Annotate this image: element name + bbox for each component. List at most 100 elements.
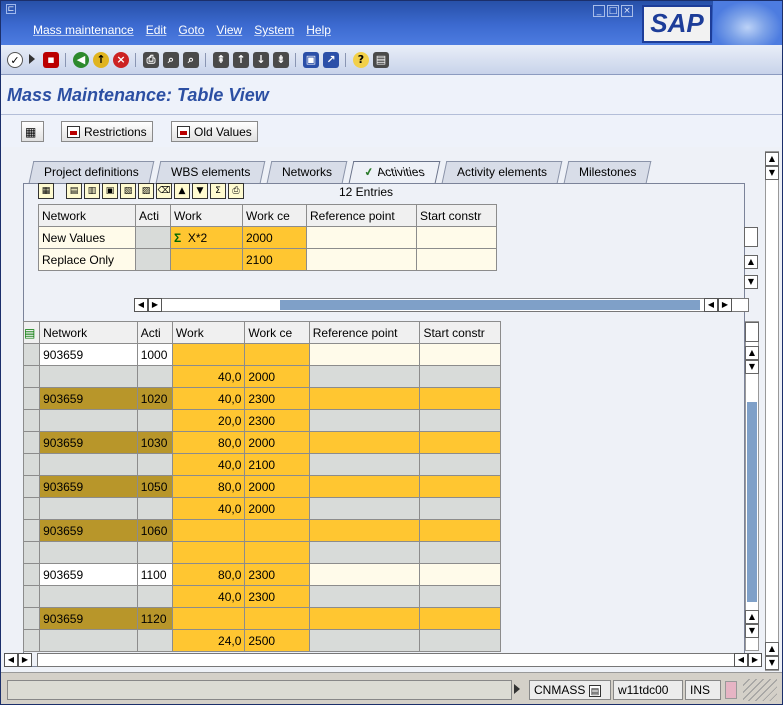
work-center-input[interactable]: 2000: [244, 475, 310, 498]
execute-button[interactable]: ▦: [21, 121, 44, 142]
reference-point-input[interactable]: [308, 453, 421, 476]
scroll-up-icon[interactable]: ▲: [744, 255, 758, 269]
work-input[interactable]: 40,0: [171, 453, 246, 476]
tab-wbs-elements[interactable]: WBS elements: [155, 161, 266, 183]
filter-icon[interactable]: ▼: [192, 183, 208, 199]
sort-icon[interactable]: ▲: [174, 183, 190, 199]
cancel-icon[interactable]: ×: [113, 52, 129, 68]
reference-point-input[interactable]: [308, 475, 421, 498]
tab-activities[interactable]: ✓ Activities: [348, 161, 441, 183]
work-center-input[interactable]: 2300: [244, 585, 310, 608]
next-page-icon[interactable]: ↓: [253, 52, 269, 68]
minimize-icon[interactable]: _: [593, 5, 605, 17]
reference-point-input[interactable]: [308, 497, 421, 520]
print-list-icon[interactable]: ⎙: [228, 183, 244, 199]
table-settings-button[interactable]: [745, 322, 759, 342]
start-constr-input[interactable]: [416, 248, 497, 271]
close-icon[interactable]: ×: [621, 5, 633, 17]
menu-system[interactable]: System: [254, 23, 294, 37]
start-constr-input[interactable]: [419, 563, 501, 586]
start-constr-input[interactable]: [419, 585, 501, 608]
window-hscrollbar[interactable]: ◀ ▶ ◀ ▶: [4, 653, 762, 667]
work-input[interactable]: [171, 519, 246, 542]
reference-point-input[interactable]: [308, 387, 421, 410]
scroll-down-icon[interactable]: ▼: [765, 656, 779, 670]
reference-point-input[interactable]: [308, 343, 421, 366]
scroll-right-icon[interactable]: ▶: [718, 298, 732, 312]
row-selector[interactable]: [22, 365, 41, 388]
select-block-icon[interactable]: ▣: [102, 183, 118, 199]
vertical-scrollbar[interactable]: ▲ ▼ ▲ ▼: [765, 151, 779, 671]
enter-check-icon[interactable]: ✓: [7, 52, 23, 68]
row-selector[interactable]: [22, 519, 41, 542]
scroll-down-icon[interactable]: ▼: [745, 360, 759, 374]
scroll-thumb[interactable]: [280, 300, 700, 310]
save-icon[interactable]: ▪: [43, 52, 59, 68]
menu-help[interactable]: Help: [306, 23, 331, 37]
row-selector[interactable]: [22, 497, 41, 520]
start-constr-input[interactable]: [419, 541, 501, 564]
transaction-list-icon[interactable]: ▤: [588, 685, 602, 697]
work-input[interactable]: 80,0: [171, 475, 246, 498]
new-values-hscrollbar[interactable]: ◀ ▶ ◀ ▶: [134, 298, 749, 312]
column-header-network[interactable]: Network: [38, 204, 136, 227]
create-session-icon[interactable]: ▣: [303, 52, 319, 68]
reference-point-input[interactable]: [306, 226, 417, 249]
work-center-input[interactable]: 2300: [244, 409, 310, 432]
start-constr-input[interactable]: [419, 365, 501, 388]
find-next-icon[interactable]: ⌕: [183, 52, 199, 68]
reference-point-input[interactable]: [308, 585, 421, 608]
reference-point-input[interactable]: [308, 607, 421, 630]
start-constr-input[interactable]: [419, 453, 501, 476]
reference-point-input[interactable]: [308, 541, 421, 564]
work-center-input[interactable]: 2000: [244, 431, 310, 454]
menu-view[interactable]: View: [216, 23, 242, 37]
maximize-icon[interactable]: □: [607, 5, 619, 17]
start-constr-input[interactable]: [419, 431, 501, 454]
command-field-toggle-icon[interactable]: [29, 54, 35, 64]
row-selector[interactable]: [22, 453, 41, 476]
work-center-input[interactable]: 2300: [244, 563, 310, 586]
tab-activity-elements[interactable]: Activity elements: [441, 161, 563, 183]
work-input[interactable]: 40,0: [171, 585, 246, 608]
tab-milestones[interactable]: Milestones: [563, 161, 652, 183]
last-page-icon[interactable]: ⇟: [273, 52, 289, 68]
start-constr-input[interactable]: [419, 629, 501, 652]
select-all-icon[interactable]: ▤: [25, 326, 36, 340]
menu-mass-maintenance[interactable]: Mass maintenance: [33, 23, 134, 37]
reference-point-input[interactable]: [308, 629, 421, 652]
first-page-icon[interactable]: ⇞: [213, 52, 229, 68]
back-icon[interactable]: ◀: [73, 52, 89, 68]
start-constr-input[interactable]: [419, 343, 501, 366]
select-all-cell[interactable]: ▤: [22, 321, 41, 344]
work-center-input[interactable]: 2000: [244, 497, 310, 520]
work-center-input[interactable]: 2100: [244, 453, 310, 476]
start-constr-input[interactable]: [416, 226, 497, 249]
scroll-up-icon[interactable]: ▲: [765, 152, 779, 166]
layout-menu-icon[interactable]: ▤: [373, 52, 389, 68]
work-center-input[interactable]: 2300: [244, 387, 310, 410]
work-formula-cell[interactable]: Σ X*2: [170, 226, 243, 249]
select-all-icon[interactable]: ▤: [66, 183, 82, 199]
work-input[interactable]: 40,0: [171, 387, 246, 410]
start-constr-input[interactable]: [419, 475, 501, 498]
start-constr-input[interactable]: [419, 497, 501, 520]
shortcut-icon[interactable]: ↗: [323, 52, 339, 68]
table-vscrollbar[interactable]: ▲ ▼ ▲ ▼: [745, 321, 759, 651]
column-header-work[interactable]: Work: [170, 204, 243, 227]
erase-icon[interactable]: ⌫: [156, 183, 172, 199]
scroll-down-icon[interactable]: ▼: [744, 275, 758, 289]
sum-icon[interactable]: Σ: [210, 183, 226, 199]
menu-edit[interactable]: Edit: [146, 23, 167, 37]
scroll-up-icon[interactable]: ▲: [745, 346, 759, 360]
details-icon[interactable]: ▧: [120, 183, 136, 199]
row-selector[interactable]: [22, 585, 41, 608]
row-selector[interactable]: [22, 409, 41, 432]
status-expand-icon[interactable]: [514, 684, 520, 694]
sum-icon[interactable]: Σ: [174, 231, 181, 245]
menu-goto[interactable]: Goto: [178, 23, 204, 37]
scroll-down-icon[interactable]: ▼: [765, 166, 779, 180]
work-center-input[interactable]: 2500: [244, 629, 310, 652]
scroll-left-icon[interactable]: ◀: [704, 298, 718, 312]
reference-point-input[interactable]: [308, 519, 421, 542]
